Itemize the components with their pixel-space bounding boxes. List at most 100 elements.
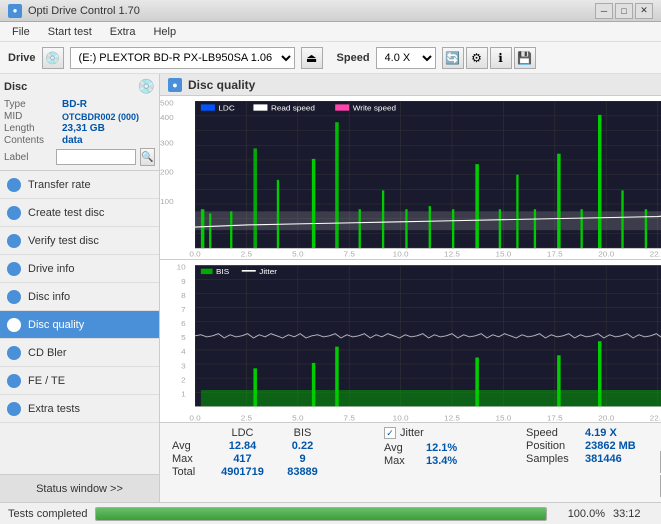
svg-text:17.5: 17.5 — [547, 250, 563, 259]
nav-fe-te[interactable]: FE / TE — [0, 367, 159, 395]
speed-info-samples-label: Samples — [526, 453, 581, 465]
disc-contents-label: Contents — [4, 135, 62, 146]
nav-drive-info-label: Drive info — [28, 263, 74, 275]
drive-info-icon — [6, 261, 22, 277]
stats-max-ldc: 417 — [210, 453, 275, 465]
eject-button[interactable]: ⏏ — [301, 47, 323, 69]
drive-select[interactable]: (E:) PLEXTOR BD-R PX-LB950SA 1.06 — [70, 47, 295, 69]
stats-total-label: Total — [172, 466, 210, 478]
disc-label-input[interactable] — [56, 149, 136, 165]
stats-avg-label: Avg — [172, 440, 210, 452]
nav-disc-quality-label: Disc quality — [28, 319, 84, 331]
progress-time: 33:12 — [613, 508, 653, 520]
title-bar-left: ● Opti Drive Control 1.70 — [8, 4, 140, 18]
speed-info-speed-label: Speed — [526, 427, 581, 439]
svg-text:3: 3 — [181, 361, 186, 370]
disc-quality-icon — [6, 317, 22, 333]
fe-te-icon — [6, 373, 22, 389]
nav-disc-quality[interactable]: Disc quality — [0, 311, 159, 339]
nav-extra-tests-label: Extra tests — [28, 403, 80, 415]
svg-text:20.0: 20.0 — [598, 413, 615, 422]
stats-max-bis: 9 — [275, 453, 330, 465]
svg-text:12.5: 12.5 — [444, 413, 461, 422]
svg-text:BIS: BIS — [216, 267, 229, 276]
info-button[interactable]: ℹ — [490, 47, 512, 69]
drive-bar: Drive 💿 (E:) PLEXTOR BD-R PX-LB950SA 1.0… — [0, 42, 661, 74]
svg-text:2.5: 2.5 — [241, 413, 253, 422]
disc-type-value: BD-R — [62, 99, 87, 110]
svg-text:200: 200 — [160, 168, 174, 177]
status-window-button[interactable]: Status window >> — [0, 474, 159, 502]
disc-mid-value: OTCBDR002 (000) — [62, 112, 139, 122]
progress-fill — [96, 508, 546, 520]
speed-info-samples-val: 381446 — [585, 453, 622, 465]
svg-text:10.0: 10.0 — [393, 413, 410, 422]
maximize-button[interactable]: □ — [615, 3, 633, 19]
app-icon: ● — [8, 4, 22, 18]
nav-cd-bler[interactable]: CD Bler — [0, 339, 159, 367]
save-button[interactable]: 💾 — [514, 47, 536, 69]
verify-test-icon — [6, 233, 22, 249]
nav-verify-test-disc[interactable]: Verify test disc — [0, 227, 159, 255]
svg-text:20.0: 20.0 — [598, 250, 614, 259]
nav-create-test-label: Create test disc — [28, 207, 104, 219]
disc-type-row: Type BD-R — [4, 99, 155, 110]
svg-text:9: 9 — [181, 277, 186, 286]
drive-icon-btn[interactable]: 💿 — [42, 47, 64, 69]
disc-type-label: Type — [4, 99, 62, 110]
svg-text:0.0: 0.0 — [189, 413, 201, 422]
nav-create-test-disc[interactable]: Create test disc — [0, 199, 159, 227]
progress-percent: 100.0% — [555, 508, 605, 520]
nav-transfer-rate[interactable]: Transfer rate — [0, 171, 159, 199]
stats-avg-ldc: 12.84 — [210, 440, 275, 452]
jitter-label: Jitter — [400, 427, 424, 439]
close-button[interactable]: ✕ — [635, 3, 653, 19]
menu-extra[interactable]: Extra — [102, 24, 144, 40]
svg-text:5.0: 5.0 — [292, 250, 303, 259]
disc-length-row: Length 23,31 GB — [4, 123, 155, 134]
speed-label: Speed — [337, 52, 370, 64]
chart-top: LDC Read speed Write speed 500 400 300 2… — [160, 96, 661, 260]
nav-extra-tests[interactable]: Extra tests — [0, 395, 159, 423]
charts-area: LDC Read speed Write speed 500 400 300 2… — [160, 96, 661, 422]
jitter-checkbox[interactable]: ✓ — [384, 427, 396, 439]
extra-tests-icon — [6, 401, 22, 417]
speed-info-position-val: 23862 MB — [585, 440, 636, 452]
disc-panel-header: Disc 💿 — [4, 78, 155, 95]
menu-file[interactable]: File — [4, 24, 38, 40]
jitter-avg-label: Avg — [384, 442, 422, 454]
svg-text:Read speed: Read speed — [271, 104, 315, 113]
chart-header: ● Disc quality — [160, 74, 661, 96]
menu-help[interactable]: Help — [145, 24, 184, 40]
disc-label-label: Label — [4, 152, 52, 163]
nav-disc-info[interactable]: Disc info — [0, 283, 159, 311]
disc-panel-title: Disc — [4, 81, 27, 93]
status-window-label: Status window >> — [36, 483, 123, 495]
disc-label-btn[interactable]: 🔍 — [140, 148, 155, 166]
disc-length-value: 23,31 GB — [62, 123, 105, 134]
progress-bar-container: Tests completed 100.0% 33:12 — [0, 502, 661, 524]
svg-text:8: 8 — [181, 291, 186, 300]
svg-text:22.5: 22.5 — [650, 250, 661, 259]
nav-drive-info[interactable]: Drive info — [0, 255, 159, 283]
title-bar-controls: ─ □ ✕ — [595, 3, 653, 19]
minimize-button[interactable]: ─ — [595, 3, 613, 19]
drive-label: Drive — [8, 52, 36, 64]
disc-icon: 💿 — [138, 78, 155, 95]
create-test-icon — [6, 205, 22, 221]
svg-text:Jitter: Jitter — [259, 267, 277, 276]
jitter-max-val: 13.4% — [426, 455, 457, 467]
svg-text:500: 500 — [160, 99, 174, 108]
bottom-chart-svg: BIS Jitter 10 9 8 7 6 5 4 3 2 1 — [160, 260, 661, 423]
svg-text:15.0: 15.0 — [495, 413, 512, 422]
svg-text:7.5: 7.5 — [344, 413, 356, 422]
chart-header-icon: ● — [168, 78, 182, 92]
speed-icons: 🔄 ⚙ ℹ 💾 — [442, 47, 536, 69]
svg-text:4: 4 — [181, 347, 186, 356]
speed-info-section: Speed 4.19 X Position 23862 MB Samples 3… — [526, 427, 656, 465]
refresh-button[interactable]: 🔄 — [442, 47, 464, 69]
svg-text:Write speed: Write speed — [353, 104, 396, 113]
speed-select-drive[interactable]: 4.0 X — [376, 47, 436, 69]
settings-button[interactable]: ⚙ — [466, 47, 488, 69]
menu-start-test[interactable]: Start test — [40, 24, 100, 40]
